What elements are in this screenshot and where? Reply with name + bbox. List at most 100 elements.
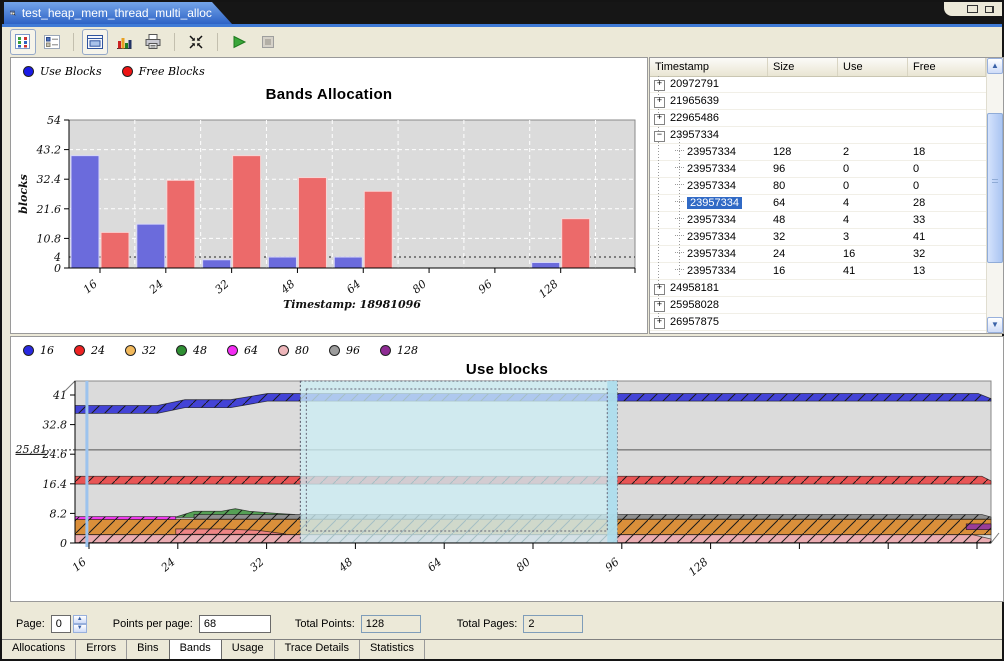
free-cell (908, 76, 986, 92)
table-row[interactable]: +25958028 (650, 297, 986, 314)
fit-to-window-icon[interactable] (183, 29, 209, 55)
table-row[interactable]: 23957334164113 (650, 263, 986, 280)
svg-text:16: 16 (70, 555, 89, 574)
size-cell: 24 (768, 246, 838, 262)
bottom-tab-bar: AllocationsErrorsBinsBandsUsageTrace Det… (2, 639, 1002, 659)
page-spin-up-icon[interactable]: ▲ (73, 615, 87, 624)
svg-text:10.8: 10.8 (37, 232, 62, 245)
free-cell (908, 297, 986, 313)
table-row[interactable]: +22965486 (650, 110, 986, 127)
table-row[interactable]: 2395733448433 (650, 212, 986, 229)
table-row[interactable]: 239573348000 (650, 178, 986, 195)
editor-tab[interactable]: test_heap_mem_thread_multi_alloc ✕ (4, 2, 234, 24)
table-row[interactable]: +24958181 (650, 280, 986, 297)
timestamp-value: 23957334 (687, 248, 736, 260)
use-blocks-chart[interactable]: 08.216.424.632.84125,8116243248648096128 (11, 377, 1003, 595)
points-per-page-input[interactable]: 68 (199, 615, 271, 633)
column-header-size[interactable]: Size (768, 58, 838, 76)
page-spinner: 0 ▲ ▼ (51, 615, 87, 633)
table-row[interactable]: 23957334241632 (650, 246, 986, 263)
svg-text:24: 24 (158, 555, 178, 575)
scroll-up-icon[interactable]: ▲ (987, 58, 1003, 74)
timestamp-cell: 23957334 (650, 229, 768, 245)
expand-icon[interactable]: + (654, 318, 665, 329)
timestamp-value: 23957334 (687, 265, 736, 277)
bar-chart-icon[interactable] (111, 29, 137, 55)
table-row[interactable]: 239573349600 (650, 161, 986, 178)
use-blocks-panel: 16243248648096128 Use blocks 08.216.424.… (10, 336, 1004, 602)
use-cell (838, 127, 908, 143)
list-view-icon[interactable] (39, 29, 65, 55)
tab-close-icon[interactable]: ✕ (224, 6, 234, 20)
legend-dot-icon (380, 345, 391, 356)
use-cell: 4 (838, 212, 908, 228)
column-header-use[interactable]: Use (838, 58, 908, 76)
table-row[interactable]: +21965639 (650, 93, 986, 110)
table-row[interactable]: +20972791 (650, 76, 986, 93)
play-icon[interactable] (226, 29, 252, 55)
size-cell (768, 93, 838, 109)
legend-item: 48 (176, 344, 207, 357)
expand-icon[interactable]: + (654, 114, 665, 125)
minimize-view-icon[interactable] (967, 5, 978, 13)
alloc-table-body: +20972791+21965639+22965486−239573342395… (650, 76, 986, 333)
table-scrollbar[interactable]: ▲ ▼ (986, 58, 1003, 333)
free-cell: 32 (908, 246, 986, 262)
table-row[interactable]: +27957722 (650, 331, 986, 333)
timestamp-cell: +25958028 (650, 297, 768, 313)
size-cell (768, 331, 838, 333)
bottom-tab-errors[interactable]: Errors (76, 640, 127, 659)
svg-text:16.4: 16.4 (43, 478, 68, 491)
legend-dot-icon (122, 66, 133, 77)
bottom-tab-trace-details[interactable]: Trace Details (275, 640, 360, 659)
legend-item: 96 (329, 344, 360, 357)
legend-item: 128 (380, 344, 418, 357)
expand-icon[interactable]: + (654, 301, 665, 312)
timestamp-value: 22965486 (670, 112, 719, 124)
scroll-down-icon[interactable]: ▼ (987, 317, 1003, 333)
bottom-tab-statistics[interactable]: Statistics (360, 640, 425, 659)
legend-dot-icon (125, 345, 136, 356)
size-cell: 16 (768, 263, 838, 279)
svg-text:24: 24 (146, 277, 166, 297)
allocation-grid-view-icon[interactable] (10, 29, 36, 55)
table-row[interactable]: 23957334128218 (650, 144, 986, 161)
free-cell (908, 280, 986, 296)
bands-allocation-chart[interactable]: 010.821.632.443.254416243248648096128blo… (11, 110, 647, 320)
bottom-tab-bands[interactable]: Bands (169, 640, 222, 659)
table-row[interactable]: +26957875 (650, 314, 986, 331)
svg-text:32: 32 (247, 555, 266, 574)
tab-title: test_heap_mem_thread_multi_alloc (22, 6, 212, 20)
bottom-tab-allocations[interactable]: Allocations (2, 640, 76, 659)
free-cell (908, 127, 986, 143)
bands-allocation-panel: Use BlocksFree Blocks Bands Allocation 0… (10, 57, 648, 334)
expand-icon[interactable]: + (654, 97, 665, 108)
expand-icon[interactable]: + (654, 80, 665, 91)
table-row[interactable]: 2395733432341 (650, 229, 986, 246)
total-points-label: Total Points: (295, 618, 355, 630)
timestamp-cell: 23957334 (650, 263, 768, 279)
table-row[interactable]: −23957334 (650, 127, 986, 144)
scrollbar-thumb[interactable] (987, 113, 1003, 263)
collapse-icon[interactable]: − (654, 131, 665, 142)
page-spin-down-icon[interactable]: ▼ (73, 624, 87, 633)
free-cell (908, 331, 986, 333)
expand-icon[interactable]: + (654, 284, 665, 295)
page-input[interactable]: 0 (51, 615, 71, 633)
column-header-free[interactable]: Free (908, 58, 986, 76)
column-header-timestamp[interactable]: Timestamp (650, 58, 768, 76)
bottom-tab-bins[interactable]: Bins (127, 640, 169, 659)
tree-branch-line (675, 252, 684, 253)
toolbar-separator (174, 33, 175, 51)
svg-text:32: 32 (212, 277, 231, 296)
svg-text:96: 96 (603, 555, 622, 574)
print-icon[interactable] (140, 29, 166, 55)
stop-icon[interactable] (255, 29, 281, 55)
table-row[interactable]: 2395733464428 (650, 195, 986, 212)
chart-view-icon[interactable] (82, 29, 108, 55)
restore-view-icon[interactable] (985, 6, 994, 13)
free-cell: 13 (908, 263, 986, 279)
bottom-tab-usage[interactable]: Usage (222, 640, 275, 659)
legend-label: 32 (142, 344, 156, 357)
use-cell (838, 110, 908, 126)
